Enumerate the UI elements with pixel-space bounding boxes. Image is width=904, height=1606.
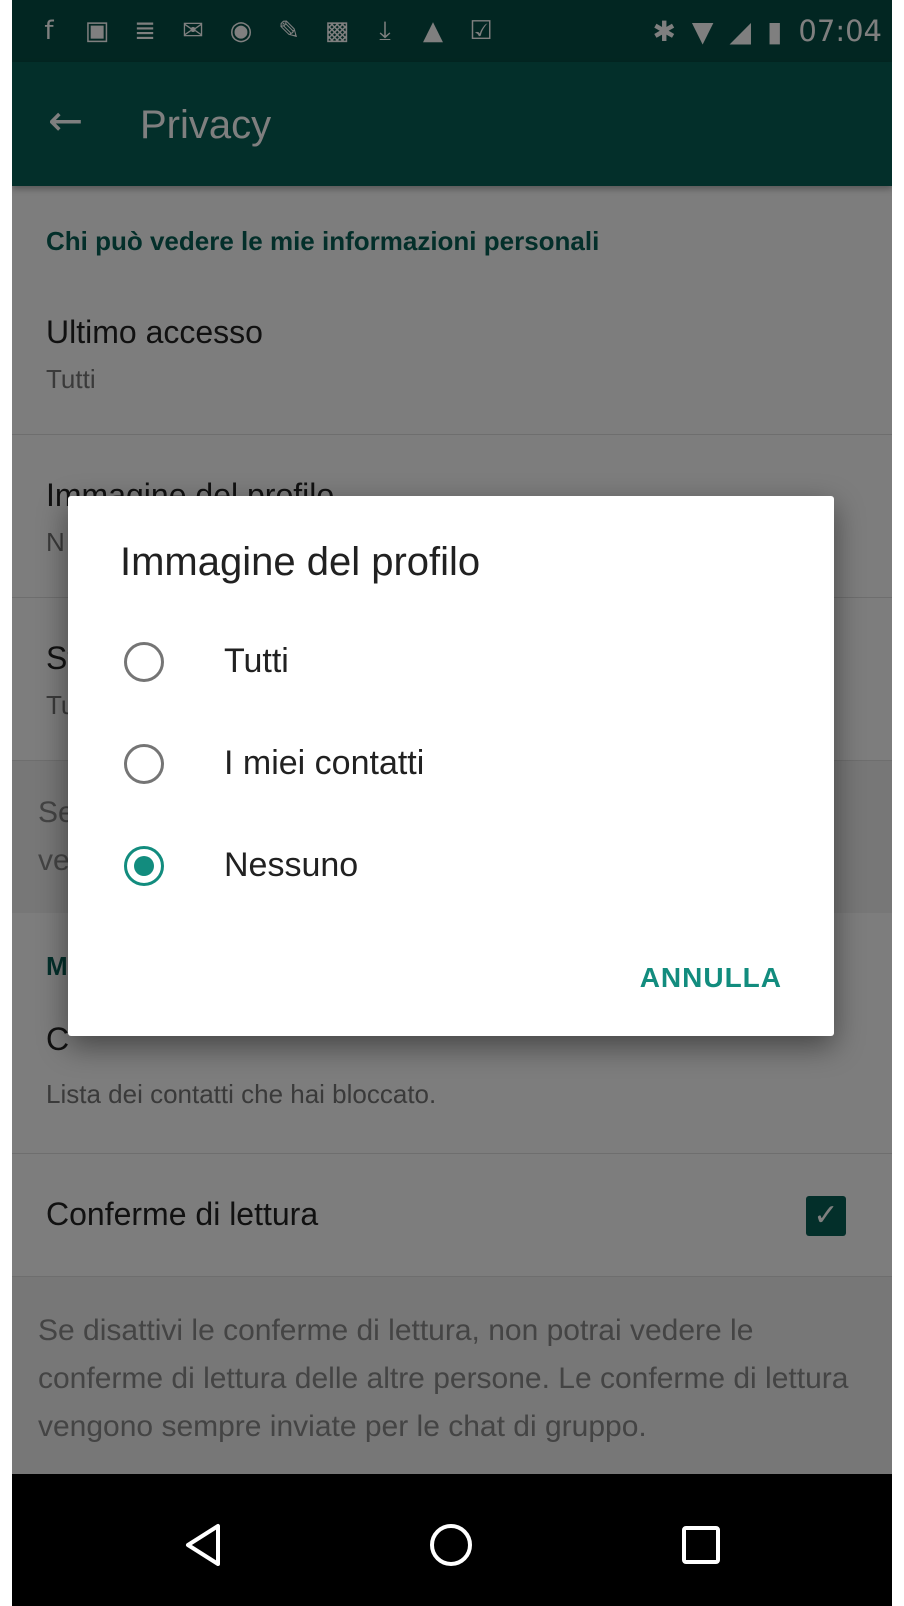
nav-home-icon[interactable] <box>426 1520 476 1570</box>
dialog-title: Immagine del profilo <box>120 540 481 584</box>
profile-photo-dialog: Immagine del profilo Tutti I miei contat… <box>68 496 834 1036</box>
cancel-button[interactable]: ANNULLA <box>640 962 782 994</box>
option-miei-contatti[interactable]: I miei contatti <box>120 726 780 806</box>
radio-unchecked-icon[interactable] <box>124 744 164 784</box>
option-nessuno[interactable]: Nessuno <box>120 828 780 908</box>
nav-recents-icon[interactable] <box>676 1520 726 1570</box>
radio-checked-icon[interactable] <box>124 846 164 886</box>
navigation-bar <box>12 1474 892 1606</box>
nav-back-icon[interactable] <box>180 1520 230 1570</box>
option-label: I miei contatti <box>224 744 425 782</box>
option-label: Tutti <box>224 642 289 680</box>
radio-unchecked-icon[interactable] <box>124 642 164 682</box>
screen: f ▣ ≣ ✉ ◉ ✎ ▩ ⤓ ▲ ☑ ✱ ▼ ◢ ▮ 07:04 ← Priv… <box>12 0 892 1606</box>
option-label: Nessuno <box>224 846 359 884</box>
option-tutti[interactable]: Tutti <box>120 624 780 704</box>
